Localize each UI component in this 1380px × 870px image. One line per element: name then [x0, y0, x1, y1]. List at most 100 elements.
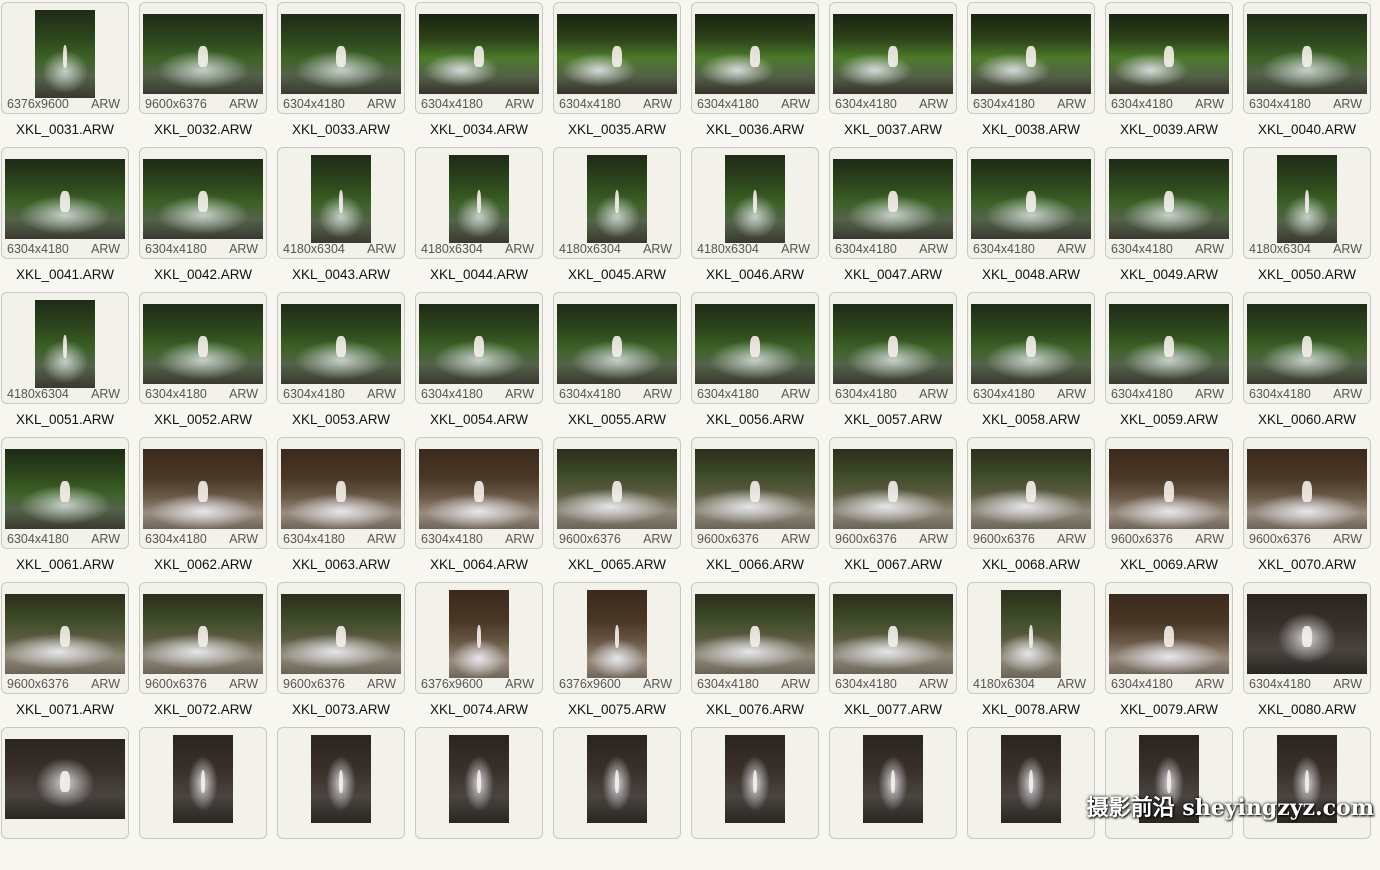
thumbnail-card[interactable]: 6304x4180 ARW [277, 292, 405, 404]
photo-thumbnail[interactable] [5, 594, 125, 674]
photo-thumbnail[interactable] [281, 594, 401, 674]
photo-thumbnail[interactable] [419, 14, 539, 94]
thumbnail-card[interactable]: 6304x4180 ARW [277, 437, 405, 549]
thumbnail-item[interactable]: 9600x6376 ARW XKL_0072.ARW [139, 580, 277, 725]
thumbnail-item[interactable] [277, 725, 415, 870]
thumbnail-item[interactable]: 6304x4180 ARW XKL_0036.ARW [691, 0, 829, 145]
thumbnail-item[interactable]: 4180x6304 ARW XKL_0078.ARW [967, 580, 1105, 725]
thumbnail-card[interactable] [1105, 727, 1233, 839]
thumbnail-item[interactable]: 9600x6376 ARW XKL_0068.ARW [967, 435, 1105, 580]
photo-thumbnail[interactable] [1001, 590, 1061, 678]
thumbnail-card[interactable] [1243, 727, 1371, 839]
thumbnail-item[interactable]: 9600x6376 ARW XKL_0066.ARW [691, 435, 829, 580]
photo-thumbnail[interactable] [449, 155, 509, 243]
photo-thumbnail[interactable] [557, 14, 677, 94]
thumbnail-card[interactable] [967, 727, 1095, 839]
thumbnail-item[interactable]: 4180x6304 ARW XKL_0045.ARW [553, 145, 691, 290]
thumbnail-item[interactable]: 4180x6304 ARW XKL_0044.ARW [415, 145, 553, 290]
thumbnail-card[interactable]: 6304x4180 ARW [1243, 2, 1371, 114]
thumbnail-card[interactable]: 6304x4180 ARW [1105, 147, 1233, 259]
thumbnail-card[interactable] [415, 727, 543, 839]
thumbnail-card[interactable]: 6304x4180 ARW [415, 292, 543, 404]
thumbnail-card[interactable] [277, 727, 405, 839]
thumbnail-item[interactable]: 6304x4180 ARW XKL_0039.ARW [1105, 0, 1243, 145]
thumbnail-card[interactable]: 6304x4180 ARW [553, 292, 681, 404]
thumbnail-item[interactable]: 9600x6376 ARW XKL_0065.ARW [553, 435, 691, 580]
thumbnail-item[interactable]: 6304x4180 ARW XKL_0041.ARW [1, 145, 139, 290]
photo-thumbnail[interactable] [557, 449, 677, 529]
thumbnail-item[interactable]: 6304x4180 ARW XKL_0076.ARW [691, 580, 829, 725]
thumbnail-card[interactable]: 4180x6304 ARW [553, 147, 681, 259]
thumbnail-card[interactable]: 6304x4180 ARW [277, 2, 405, 114]
photo-thumbnail[interactable] [833, 14, 953, 94]
thumbnail-item[interactable]: 6304x4180 ARW XKL_0062.ARW [139, 435, 277, 580]
photo-thumbnail[interactable] [281, 14, 401, 94]
photo-thumbnail[interactable] [833, 304, 953, 384]
thumbnail-card[interactable]: 4180x6304 ARW [1243, 147, 1371, 259]
thumbnail-card[interactable]: 6304x4180 ARW [1, 437, 129, 549]
photo-thumbnail[interactable] [1277, 155, 1337, 243]
photo-thumbnail[interactable] [1247, 14, 1367, 94]
thumbnail-card[interactable]: 9600x6376 ARW [277, 582, 405, 694]
thumbnail-item[interactable]: 6304x4180 ARW XKL_0056.ARW [691, 290, 829, 435]
photo-thumbnail[interactable] [449, 735, 509, 823]
thumbnail-item[interactable]: 6304x4180 ARW XKL_0040.ARW [1243, 0, 1380, 145]
thumbnail-item[interactable]: 9600x6376 ARW XKL_0067.ARW [829, 435, 967, 580]
thumbnail-item[interactable]: 6304x4180 ARW XKL_0049.ARW [1105, 145, 1243, 290]
thumbnail-item[interactable]: 6304x4180 ARW XKL_0058.ARW [967, 290, 1105, 435]
photo-thumbnail[interactable] [1109, 159, 1229, 239]
photo-thumbnail[interactable] [419, 449, 539, 529]
thumbnail-card[interactable] [139, 727, 267, 839]
thumbnail-item[interactable]: 6304x4180 ARW XKL_0080.ARW [1243, 580, 1380, 725]
thumbnail-item[interactable]: 6304x4180 ARW XKL_0034.ARW [415, 0, 553, 145]
photo-thumbnail[interactable] [971, 449, 1091, 529]
thumbnail-card[interactable]: 6304x4180 ARW [829, 147, 957, 259]
thumbnail-card[interactable]: 6304x4180 ARW [415, 2, 543, 114]
thumbnail-item[interactable]: 6304x4180 ARW XKL_0061.ARW [1, 435, 139, 580]
thumbnail-item[interactable] [139, 725, 277, 870]
thumbnail-card[interactable]: 9600x6376 ARW [1, 582, 129, 694]
thumbnail-item[interactable]: 6304x4180 ARW XKL_0057.ARW [829, 290, 967, 435]
thumbnail-card[interactable]: 4180x6304 ARW [967, 582, 1095, 694]
thumbnail-card[interactable]: 6304x4180 ARW [139, 147, 267, 259]
thumbnail-item[interactable]: 6304x4180 ARW XKL_0037.ARW [829, 0, 967, 145]
thumbnail-item[interactable]: 6304x4180 ARW XKL_0077.ARW [829, 580, 967, 725]
thumbnail-item[interactable]: 4180x6304 ARW XKL_0043.ARW [277, 145, 415, 290]
photo-thumbnail[interactable] [725, 735, 785, 823]
thumbnail-item[interactable]: 9600x6376 ARW XKL_0032.ARW [139, 0, 277, 145]
photo-thumbnail[interactable] [1247, 304, 1367, 384]
photo-thumbnail[interactable] [695, 594, 815, 674]
photo-thumbnail[interactable] [587, 155, 647, 243]
photo-thumbnail[interactable] [419, 304, 539, 384]
photo-thumbnail[interactable] [449, 590, 509, 678]
thumbnail-card[interactable]: 6304x4180 ARW [691, 292, 819, 404]
photo-thumbnail[interactable] [281, 449, 401, 529]
photo-thumbnail[interactable] [5, 739, 125, 819]
thumbnail-item[interactable]: 6304x4180 ARW XKL_0053.ARW [277, 290, 415, 435]
thumbnail-card[interactable]: 6376x9600 ARW [415, 582, 543, 694]
photo-thumbnail[interactable] [557, 304, 677, 384]
photo-thumbnail[interactable] [1109, 449, 1229, 529]
photo-thumbnail[interactable] [173, 735, 233, 823]
thumbnail-item[interactable]: 4180x6304 ARW XKL_0046.ARW [691, 145, 829, 290]
thumbnail-card[interactable]: 6304x4180 ARW [415, 437, 543, 549]
thumbnail-card[interactable]: 6304x4180 ARW [1105, 2, 1233, 114]
thumbnail-card[interactable] [1, 727, 129, 839]
photo-thumbnail[interactable] [5, 159, 125, 239]
thumbnail-card[interactable]: 6304x4180 ARW [1105, 292, 1233, 404]
thumbnail-item[interactable] [1, 725, 139, 870]
thumbnail-card[interactable]: 4180x6304 ARW [277, 147, 405, 259]
photo-thumbnail[interactable] [143, 304, 263, 384]
thumbnail-card[interactable]: 9600x6376 ARW [553, 437, 681, 549]
photo-thumbnail[interactable] [971, 159, 1091, 239]
thumbnail-card[interactable]: 9600x6376 ARW [691, 437, 819, 549]
thumbnail-item[interactable]: 6304x4180 ARW XKL_0042.ARW [139, 145, 277, 290]
thumbnail-item[interactable]: 9600x6376 ARW XKL_0071.ARW [1, 580, 139, 725]
photo-thumbnail[interactable] [833, 449, 953, 529]
thumbnail-card[interactable]: 6304x4180 ARW [691, 2, 819, 114]
photo-thumbnail[interactable] [143, 594, 263, 674]
thumbnail-item[interactable]: 4180x6304 ARW XKL_0050.ARW [1243, 145, 1380, 290]
photo-thumbnail[interactable] [143, 159, 263, 239]
thumbnail-item[interactable]: 9600x6376 ARW XKL_0073.ARW [277, 580, 415, 725]
thumbnail-item[interactable]: 6304x4180 ARW XKL_0035.ARW [553, 0, 691, 145]
